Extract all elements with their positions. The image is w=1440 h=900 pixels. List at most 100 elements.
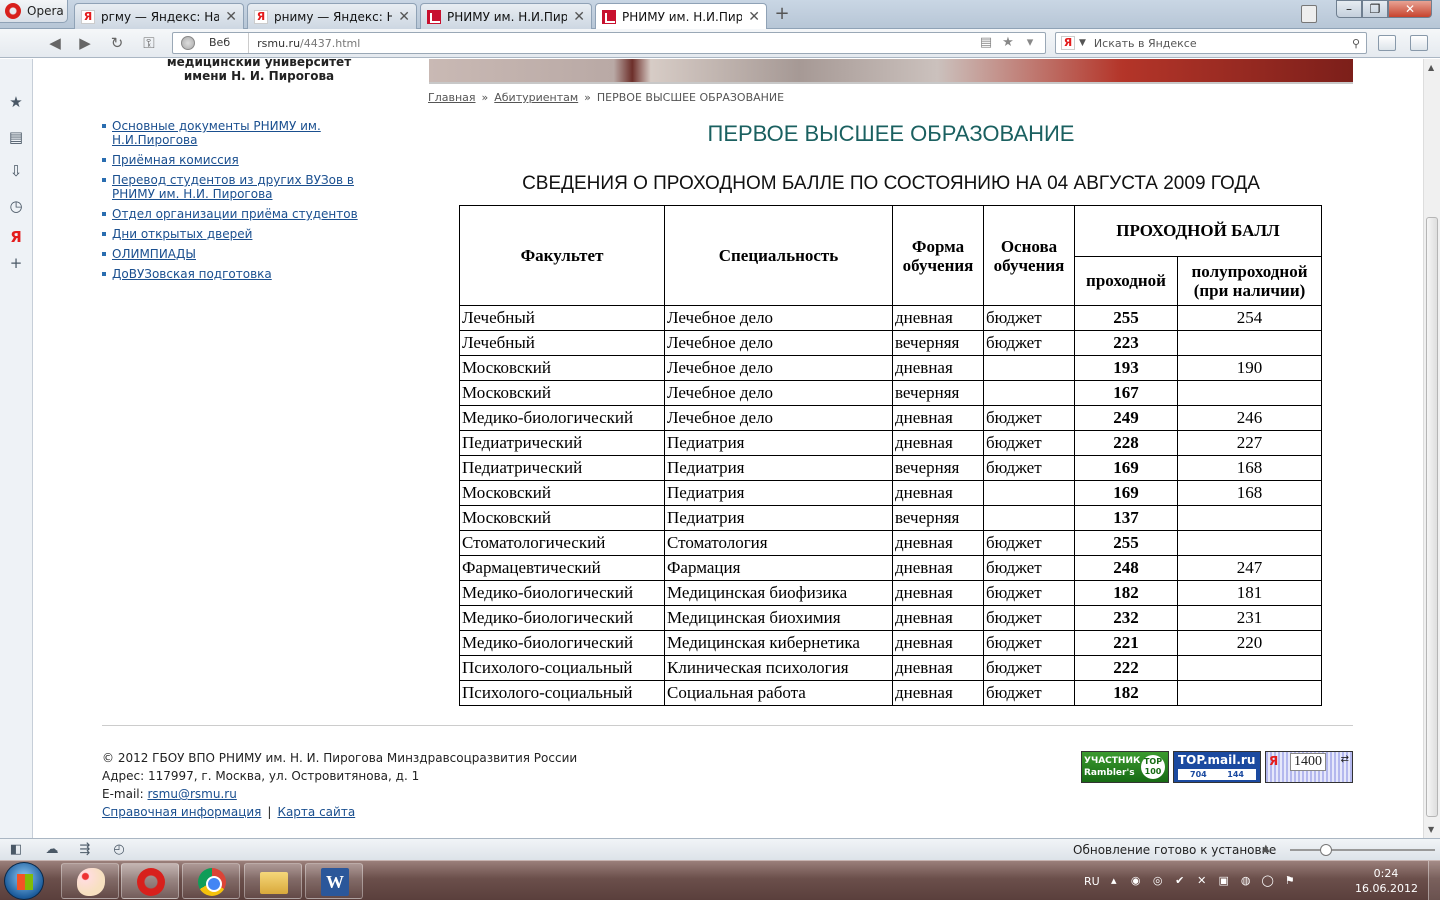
menu-link-transfer[interactable]: Перевод студентов из других ВУЗов в РНИМ…: [112, 173, 354, 201]
search-field[interactable]: Я ▼ Искать в Яндексе ⚲: [1055, 32, 1367, 54]
speed-dial-icon[interactable]: [1378, 35, 1396, 51]
menu-link-open-days[interactable]: Дни открытых дверей: [112, 227, 252, 241]
scroll-up-arrow-icon[interactable]: ▲: [1428, 63, 1434, 72]
close-tab-icon[interactable]: ✕: [748, 9, 760, 25]
cell-passing-score: 222: [1074, 655, 1178, 681]
address-field[interactable]: Веб rsmu.ru/4437.html ▤ ★ ▾: [172, 32, 1046, 54]
taskbar-explorer[interactable]: [244, 863, 302, 899]
taskbar-paint[interactable]: [61, 863, 119, 899]
menu-link-olympiads[interactable]: ОЛИМПИАДЫ: [112, 247, 196, 261]
dropdown-arrow-icon[interactable]: ▾: [1023, 36, 1037, 50]
cell-study-basis: [983, 380, 1075, 406]
menu-link-admissions[interactable]: Приёмная комиссия: [112, 153, 239, 167]
tab-3[interactable]: РНИМУ им. Н.И.Пиро... ✕: [420, 3, 592, 29]
show-desktop-button[interactable]: [1428, 861, 1440, 900]
history-icon[interactable]: ◷: [8, 198, 24, 214]
panel-toggle-icon[interactable]: ◧: [8, 842, 24, 858]
left-menu-item: Отдел организации приёма студентов: [102, 207, 362, 221]
cell-study-form: дневная: [892, 580, 984, 606]
scrollbar-thumb[interactable]: [1426, 217, 1438, 817]
restore-button[interactable]: ❐: [1362, 0, 1388, 18]
language-indicator[interactable]: RU: [1084, 875, 1100, 888]
cell-semi-passing-score: 254: [1177, 305, 1322, 331]
breadcrumb-current: ПЕРВОЕ ВЫСШЕЕ ОБРАЗОВАНИЕ: [596, 91, 785, 104]
tray-shield-icon[interactable]: ✔: [1172, 873, 1188, 889]
refresh-icon: ⇄: [1340, 754, 1349, 765]
tray-app-icon[interactable]: ◉: [1128, 873, 1144, 889]
search-icon[interactable]: ⚲: [1352, 37, 1360, 50]
bookmarks-star-icon[interactable]: ★: [8, 94, 24, 110]
bookmark-star-icon[interactable]: ★: [1001, 36, 1015, 50]
menu-link-documents[interactable]: Основные документы РНИМУ им. Н.И.Пирогов…: [112, 119, 321, 147]
tab-2[interactable]: Я рниму — Яндекс: На...... ✕: [247, 3, 417, 29]
footer-info-link[interactable]: Справочная информация: [102, 805, 261, 819]
footer-email-link[interactable]: rsmu@rsmu.ru: [148, 787, 237, 801]
tab-1[interactable]: Я ргму — Яндекс: Нашл... ✕: [74, 3, 244, 29]
reload-icon[interactable]: ↻: [106, 34, 128, 52]
yandex-counter[interactable]: Я 1400 ⇄: [1265, 751, 1353, 783]
close-tab-icon[interactable]: ✕: [573, 9, 585, 25]
yandex-icon: Я: [81, 9, 95, 24]
cell-study-basis: [983, 355, 1075, 381]
breadcrumb-section[interactable]: Абитуриентам: [494, 91, 578, 104]
unite-cloud-icon[interactable]: ☁: [44, 842, 60, 858]
tray-flag-icon[interactable]: ⚑: [1282, 873, 1298, 889]
zoom-menu-icon[interactable]: ▲: [1262, 843, 1270, 854]
menu-link-admission-dept[interactable]: Отдел организации приёма студентов: [112, 207, 358, 221]
opera-menu-button[interactable]: Opera: [0, 0, 68, 23]
turbo-icon[interactable]: ◴: [111, 842, 127, 858]
key-icon[interactable]: ⚿: [138, 34, 160, 52]
trash-icon[interactable]: [1301, 5, 1317, 23]
url-text[interactable]: rsmu.ru/4437.html: [257, 37, 979, 50]
mailru-top-counter[interactable]: TOP.mail.ru 704 144: [1173, 751, 1261, 783]
add-panel-icon[interactable]: +: [8, 255, 24, 271]
rambler-top100-counter[interactable]: УЧАСТНИК Rambler's TOP 100: [1081, 751, 1169, 783]
cell-study-form: дневная: [892, 430, 984, 456]
table-row: Психолого-социальный Клиническая психолог…: [459, 655, 1322, 681]
university-logo-text[interactable]: медицинский университет имени Н. И. Пиро…: [154, 59, 364, 83]
minimize-button[interactable]: –: [1336, 0, 1362, 18]
share-icon[interactable]: ⇶: [77, 842, 93, 858]
tray-arrow-icon[interactable]: ▴: [1106, 873, 1122, 889]
cell-specialty: Фармация: [664, 555, 893, 581]
tray-app-icon[interactable]: ▣: [1216, 873, 1232, 889]
close-window-button[interactable]: ✕: [1388, 0, 1432, 18]
forward-icon[interactable]: ▶: [74, 34, 96, 52]
cell-semi-passing-score: 227: [1177, 430, 1322, 456]
windows-taskbar: W RU ▴ ◉ ◎ ✔ ✕ ▣ ◍ ◯ ⚑ 0:24 16.06.2012: [0, 860, 1440, 900]
footer-sitemap-link[interactable]: Карта сайта: [277, 805, 355, 819]
menu-link-preuniversity[interactable]: ДоВУЗовская подготовка: [112, 267, 272, 281]
back-icon[interactable]: ◀: [44, 34, 66, 52]
downloads-panel-icon[interactable]: ⇩: [8, 163, 24, 179]
taskbar-chrome[interactable]: [182, 863, 240, 899]
volume-muted-icon[interactable]: ✕: [1194, 873, 1210, 889]
update-notification[interactable]: Обновление готово к установке: [1073, 843, 1276, 857]
yandex-panel-icon[interactable]: Я: [8, 229, 24, 245]
notes-icon[interactable]: ▤: [8, 129, 24, 145]
close-tab-icon[interactable]: ✕: [398, 9, 410, 25]
rss-icon[interactable]: ▤: [979, 36, 993, 50]
taskbar-opera[interactable]: [121, 863, 179, 899]
search-engine-dropdown-icon[interactable]: ▼: [1079, 38, 1086, 48]
banner-divider: [429, 82, 1353, 84]
vertical-scrollbar[interactable]: ▲ ▼: [1423, 59, 1440, 838]
tray-opera-icon[interactable]: ◯: [1260, 873, 1276, 889]
breadcrumb-home[interactable]: Главная: [428, 91, 476, 104]
cell-study-basis: бюджет: [983, 680, 1075, 706]
start-button[interactable]: [4, 862, 44, 900]
close-tab-icon[interactable]: ✕: [225, 9, 237, 25]
downloads-icon[interactable]: [1410, 35, 1428, 51]
status-bar: ◧ ☁ ⇶ ◴ Обновление готово к установке ▲: [0, 838, 1440, 860]
cell-specialty: Лечебное дело: [664, 330, 893, 356]
tray-app-icon[interactable]: ◍: [1238, 873, 1254, 889]
new-tab-button[interactable]: +: [771, 5, 793, 25]
taskbar-word[interactable]: W: [305, 863, 363, 899]
taskbar-clock[interactable]: 0:24 16.06.2012: [1355, 866, 1418, 896]
folder-icon: [260, 872, 288, 894]
tab-4-active[interactable]: РНИМУ им. Н.И.Пиро... ✕: [595, 3, 767, 29]
scroll-down-arrow-icon[interactable]: ▼: [1428, 825, 1434, 834]
zoom-slider-handle[interactable]: [1320, 844, 1332, 856]
header-specialty: Специальность: [664, 205, 893, 306]
zoom-slider[interactable]: [1290, 849, 1435, 851]
tray-app-icon[interactable]: ◎: [1150, 873, 1166, 889]
